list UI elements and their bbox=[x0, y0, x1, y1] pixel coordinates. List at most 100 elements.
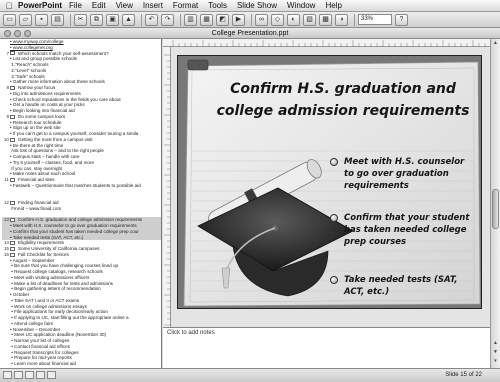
slide-icon[interactable] bbox=[10, 85, 15, 90]
slide-title[interactable]: Confirm H.S. graduation and college admi… bbox=[208, 78, 478, 122]
slide-icon[interactable] bbox=[10, 241, 15, 246]
outline-row-text: • If applying to UC, start filling out t… bbox=[10, 315, 129, 320]
slide-bullet[interactable]: Confirm that your student has taken need… bbox=[330, 212, 470, 248]
zoom-window-icon[interactable] bbox=[24, 30, 31, 37]
slide-indicator: Slide 15 of 22 bbox=[445, 372, 482, 378]
slide-bullet-text: Meet with H.S. counselor to go over grad… bbox=[344, 157, 465, 191]
slide-canvas[interactable]: Confirm H.S. graduation and college admi… bbox=[177, 55, 482, 309]
outline-row-text: • Confirm that your student has taken ne… bbox=[10, 228, 139, 234]
slide-icon[interactable] bbox=[10, 246, 15, 251]
paste-icon[interactable]: ▣ bbox=[106, 13, 119, 26]
outline-view-icon[interactable] bbox=[14, 371, 23, 379]
insert-table-icon[interactable]: ▦ bbox=[200, 13, 213, 26]
menu-help[interactable]: Help bbox=[325, 1, 341, 10]
scroll-down-arrow-icon[interactable]: ▼ bbox=[491, 348, 500, 357]
outline-row[interactable]: • Fastweb – Questionnaire that matches s… bbox=[2, 183, 161, 189]
next-slide-arrow-icon[interactable]: ▾ bbox=[491, 357, 500, 366]
menu-edit[interactable]: Edit bbox=[92, 1, 106, 10]
slide-icon[interactable] bbox=[10, 218, 15, 223]
window-title-bar: College Presentation.ppt bbox=[0, 28, 500, 39]
menu-bar:  PowerPoint File Edit View Insert Forma… bbox=[0, 0, 500, 12]
outline-row-text: 1."Reach" schools bbox=[10, 62, 49, 67]
outline-row-text: • Meet with H.S. counselor to go over gr… bbox=[10, 223, 137, 228]
copy-icon[interactable]: ⧉ bbox=[90, 13, 103, 26]
slide-icon[interactable] bbox=[10, 200, 15, 205]
menu-slide-show[interactable]: Slide Show bbox=[237, 1, 277, 10]
outline-slide-number: 10 bbox=[3, 136, 9, 142]
slide-icon[interactable] bbox=[10, 177, 15, 182]
help-icon[interactable]: ? bbox=[395, 13, 408, 26]
menu-window[interactable]: Window bbox=[287, 1, 315, 10]
formatting-palette-icon[interactable]: ▧ bbox=[303, 13, 316, 26]
drawing-toolbar-icon[interactable]: ◇ bbox=[271, 13, 284, 26]
outline-row-text: Which schools match your self-assessment… bbox=[18, 50, 109, 56]
slide-bullet[interactable]: Meet with H.S. counselor to go over grad… bbox=[330, 156, 470, 192]
outline-row-text: • August – September bbox=[10, 257, 55, 263]
toolbar-separator bbox=[354, 13, 355, 26]
outline-row-text: • Contact financial aid offices bbox=[10, 343, 70, 349]
minimize-window-icon[interactable] bbox=[14, 30, 21, 37]
slide-icon[interactable] bbox=[10, 114, 15, 119]
slide-show-view-icon[interactable] bbox=[47, 371, 56, 379]
scroll-thumb[interactable] bbox=[492, 189, 499, 229]
scroll-up-arrow-icon[interactable]: ▲ bbox=[491, 39, 500, 48]
menu-file[interactable]: File bbox=[69, 1, 82, 10]
insert-picture-icon[interactable]: ◩ bbox=[216, 13, 229, 26]
grayscale-icon[interactable]: ◑ bbox=[335, 13, 348, 26]
outline-row-text: • November – December bbox=[10, 326, 61, 332]
apple-menu-icon[interactable]:  bbox=[0, 1, 18, 11]
new-document-icon[interactable]: ▭ bbox=[3, 13, 16, 26]
slide-sorter-icon[interactable]: ▩ bbox=[319, 13, 332, 26]
color-palette-icon[interactable]: ◐ bbox=[287, 13, 300, 26]
app-menu[interactable]: PowerPoint bbox=[18, 1, 62, 10]
outline-row-text: • Campus stats – handle with care bbox=[10, 154, 80, 159]
zoom-select[interactable]: 33% bbox=[358, 14, 392, 25]
slide-icon[interactable] bbox=[10, 252, 15, 257]
bullet-marker-icon bbox=[330, 214, 338, 222]
normal-view-icon[interactable] bbox=[3, 371, 12, 379]
print-icon[interactable]: ▤ bbox=[51, 13, 64, 26]
slide-icon[interactable] bbox=[10, 51, 15, 56]
vertical-scrollbar[interactable]: ▲ ▲ ▼ ▾ bbox=[490, 39, 500, 368]
open-folder-icon[interactable]: ▱ bbox=[19, 13, 32, 26]
insert-chart-icon[interactable]: ▥ bbox=[184, 13, 197, 26]
status-bar: Slide 15 of 22 bbox=[0, 368, 500, 382]
hyperlink-icon[interactable]: ∞ bbox=[255, 13, 268, 26]
close-window-icon[interactable] bbox=[4, 30, 11, 37]
horizontal-ruler bbox=[163, 39, 490, 47]
cut-icon[interactable]: ✂ bbox=[74, 13, 87, 26]
outline-row-text: • www.collegenet.org bbox=[10, 44, 53, 50]
outline-row-text: • Check school reputations in the fields… bbox=[10, 96, 121, 102]
outline-row-text: • Be there at the right time bbox=[10, 142, 64, 148]
outline-row-text: • Gather more information about these sc… bbox=[10, 79, 105, 85]
slide-bullet-text: Confirm that your student has taken need… bbox=[344, 213, 470, 247]
outline-row-text: Ask lots of questions – and to the right… bbox=[10, 148, 104, 154]
save-icon[interactable]: ▪ bbox=[35, 13, 48, 26]
outline-pane[interactable]: • www.myway.com/college • www.collegenet.… bbox=[0, 39, 162, 368]
scroll-up-arrow-icon[interactable]: ▲ bbox=[491, 339, 500, 348]
slide-icon[interactable] bbox=[10, 137, 15, 142]
menu-format[interactable]: Format bbox=[173, 1, 198, 10]
outline-row[interactable]: • Learn more about financial aid bbox=[2, 361, 161, 367]
notes-pane[interactable]: Click to add notes bbox=[163, 327, 490, 368]
menu-tools[interactable]: Tools bbox=[208, 1, 227, 10]
slide-pane: Confirm H.S. graduation and college admi… bbox=[163, 39, 490, 368]
slide-sorter-view-icon[interactable] bbox=[36, 371, 45, 379]
vertical-ruler bbox=[163, 47, 171, 327]
outline-row-text: 2."Level" schools bbox=[10, 67, 47, 73]
outline-row-text: • Try it yourself – classes, food, and m… bbox=[10, 159, 95, 165]
slide-bullet[interactable]: Take needed tests (SAT, ACT, etc.) bbox=[330, 274, 470, 298]
outline-row-text: • October bbox=[10, 292, 30, 297]
undo-icon[interactable]: ↶ bbox=[145, 13, 158, 26]
outline-row-text: • Request transcripts for colleges bbox=[10, 349, 79, 355]
menu-insert[interactable]: Insert bbox=[143, 1, 163, 10]
format-painter-icon[interactable]: ▲ bbox=[122, 13, 135, 26]
outline-row-text: Some University of California campuses bbox=[18, 246, 100, 251]
window-controls bbox=[4, 30, 34, 37]
menu-view[interactable]: View bbox=[116, 1, 133, 10]
slide-view-icon[interactable] bbox=[25, 371, 34, 379]
outline-row-text: • Meet UC application deadline (November… bbox=[10, 332, 107, 338]
outline-row-text: FinAid – www.finaid.com bbox=[10, 205, 62, 211]
redo-icon[interactable]: ↷ bbox=[161, 13, 174, 26]
insert-movie-icon[interactable]: ▶ bbox=[232, 13, 245, 26]
